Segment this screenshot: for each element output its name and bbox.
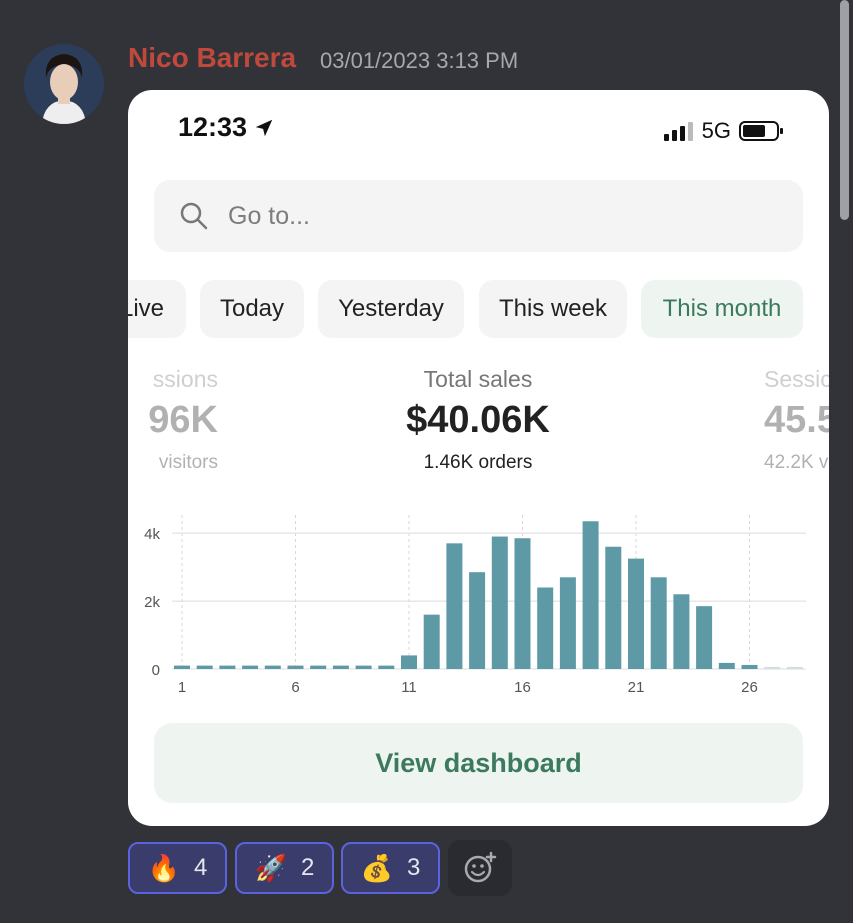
reaction-count: 4 [194, 854, 208, 881]
chart-bar [446, 543, 463, 669]
avatar[interactable] [24, 44, 104, 124]
chart-bar [264, 665, 281, 669]
y-tick-label: 4k [144, 526, 160, 543]
money-bag-icon: 💰 [360, 852, 393, 883]
filter-this-week[interactable]: This week [479, 280, 627, 338]
chart-bar [423, 614, 440, 669]
chart-bar [242, 665, 259, 669]
location-arrow-icon [255, 119, 273, 136]
chart-bar [605, 546, 622, 669]
chart-bar [696, 606, 713, 669]
clock-text: 12:33 [178, 112, 248, 142]
filter-this-month[interactable]: This month [641, 280, 803, 338]
metric-sub: 1.46K orders [423, 452, 533, 473]
filter-today[interactable]: Today [200, 280, 304, 338]
view-dashboard-button[interactable]: View dashboard [154, 723, 803, 803]
metric-label: Total sales [423, 366, 533, 392]
metric-sessions-right[interactable]: Sessic 45.5 42.2K v [764, 366, 829, 474]
chart-bar [514, 538, 531, 669]
fire-icon: 🔥 [147, 852, 180, 883]
status-bar-right: 5G [663, 118, 785, 144]
x-tick-label: 16 [514, 679, 531, 696]
message-timestamp: 03/01/2023 3:13 PM [320, 48, 519, 73]
filter-live[interactable]: Live [128, 280, 186, 338]
chart-bar [537, 587, 554, 669]
chart-bar [219, 665, 236, 669]
x-tick-label: 26 [741, 679, 758, 696]
chart-bar [491, 536, 508, 669]
chart-bar [174, 665, 190, 669]
rocket-icon: 🚀 [254, 852, 287, 883]
reaction-count: 3 [407, 854, 421, 881]
x-tick-label: 11 [401, 679, 417, 696]
network-type: 5G [701, 118, 731, 143]
chart-bar [287, 665, 304, 669]
author-name[interactable]: Nico Barrera [128, 42, 296, 74]
battery-icon [739, 121, 783, 141]
reaction-rocket[interactable]: 🚀 2 [235, 842, 334, 894]
metric-value: 96K [148, 399, 218, 441]
sales-bar-chart: 02k4k1 6 11 16 21 26 [144, 515, 806, 696]
metric-label: ssions [152, 366, 218, 392]
add-reaction-button[interactable] [448, 840, 512, 896]
x-tick-label: 21 [628, 679, 645, 696]
chart-bar [764, 666, 781, 669]
reaction-money-bag[interactable]: 💰 3 [341, 842, 440, 894]
chart-bar [469, 572, 486, 669]
chart-bar [332, 665, 349, 669]
search-placeholder: Go to... [228, 202, 310, 230]
y-tick-label: 2k [144, 594, 160, 611]
chart-bar [559, 577, 576, 669]
chart-bar [786, 666, 803, 669]
status-bar-time: 12:33 [178, 112, 275, 143]
metric-sub: visitors [158, 452, 218, 473]
chart-bar [401, 655, 417, 669]
x-tick-label: 6 [291, 679, 299, 696]
metric-sessions-left[interactable]: ssions 96K visitors [128, 366, 218, 474]
chart-bar [628, 558, 644, 669]
metric-sub: 42.2K v [764, 452, 829, 473]
reaction-fire[interactable]: 🔥 4 [128, 842, 227, 894]
search-input[interactable]: Go to... [154, 180, 803, 252]
filter-yesterday[interactable]: Yesterday [318, 280, 464, 338]
chart-bar [650, 577, 667, 669]
chart-bar [196, 665, 213, 669]
add-emoji-icon [464, 851, 497, 883]
reaction-count: 2 [301, 854, 315, 881]
scrollbar[interactable] [840, 0, 849, 220]
x-tick-label: 1 [178, 679, 186, 696]
metric-total-sales[interactable]: Total sales $40.06K 1.46K orders [358, 366, 598, 474]
chart-bar [718, 662, 735, 669]
chart-bar [741, 664, 758, 669]
search-icon [180, 202, 208, 230]
chart-bar [582, 521, 599, 669]
chart-bar [673, 594, 690, 669]
chart-bar [310, 665, 327, 669]
metric-value: $40.06K [406, 399, 550, 441]
chart-bar [378, 665, 395, 669]
metric-label: Sessic [764, 366, 829, 392]
metric-value: 45.5 [764, 399, 829, 441]
y-tick-label: 0 [152, 662, 160, 679]
chart-bar [355, 665, 372, 669]
signal-icon [663, 122, 693, 141]
screenshot-attachment[interactable]: 12:33 5G Go to... Live Today Yesterday T… [128, 90, 829, 826]
